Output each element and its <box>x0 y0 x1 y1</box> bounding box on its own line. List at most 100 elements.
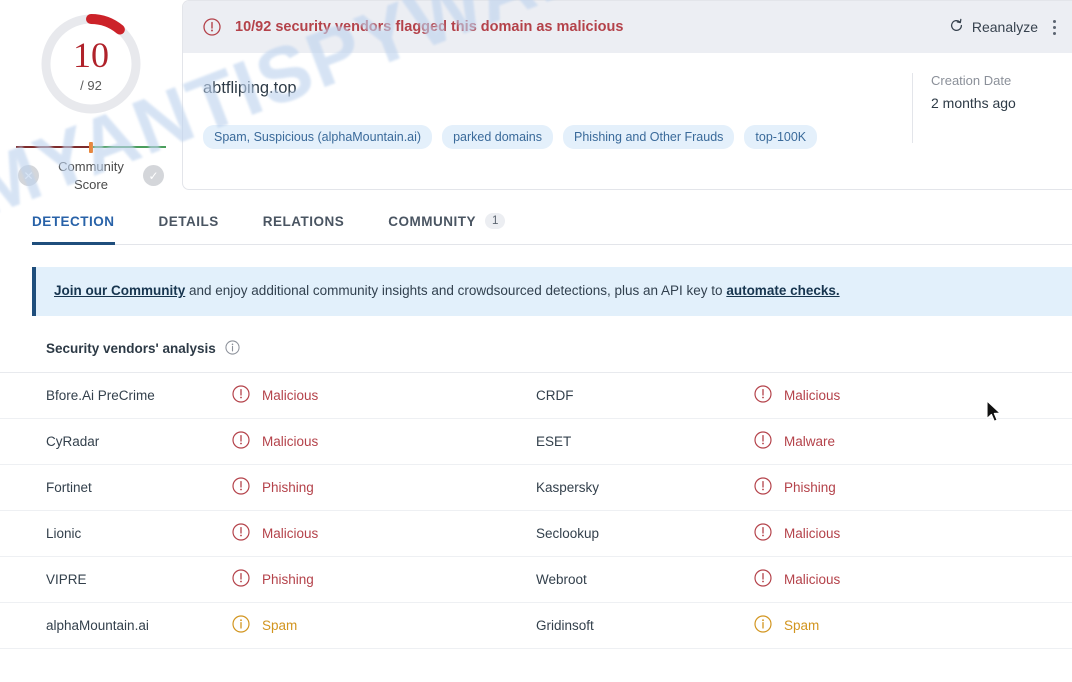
alert-circle-icon <box>203 18 221 36</box>
alert-circle-icon <box>754 523 772 544</box>
score-bar-marker <box>89 142 93 153</box>
community-score-label-line2: Score <box>74 176 108 192</box>
vendor-result-label: Phishing <box>262 572 314 588</box>
info-circle-icon[interactable] <box>225 340 240 358</box>
vendors-section-header: Security vendors' analysis <box>0 340 1072 373</box>
tab-details[interactable]: DETAILS <box>159 214 219 245</box>
creation-date-block: Creation Date 2 months ago <box>912 73 1072 143</box>
vendor-result: Spam <box>754 615 1072 636</box>
community-score-panel: ✕ Community Score ✓ <box>16 142 166 193</box>
vendor-result-cell: Phishing <box>232 557 536 603</box>
alert-circle-icon <box>232 523 250 544</box>
info-circle-icon <box>232 615 250 636</box>
vendor-name: alphaMountain.ai <box>46 618 149 634</box>
tab-details-label: DETAILS <box>158 214 219 229</box>
vendor-result-label: Malicious <box>784 526 841 542</box>
reanalyze-button[interactable]: Reanalyze <box>949 18 1042 36</box>
vendor-name: CRDF <box>536 388 574 404</box>
vendor-result-label: Spam <box>784 618 820 634</box>
table-row[interactable]: Fortinet Phishing Kaspersky Phishing <box>0 465 1072 511</box>
vote-down-icon[interactable]: ✕ <box>18 165 39 187</box>
table-row[interactable]: Lionic Malicious Seclookup Malicious <box>0 511 1072 557</box>
tab-detection[interactable]: DETECTION <box>32 214 115 245</box>
vendors-section: Security vendors' analysis Bfore.Ai PreC… <box>0 340 1072 650</box>
vendor-result: Malicious <box>232 431 536 452</box>
vendor-result: Malicious <box>754 385 1072 406</box>
vote-up-icon[interactable]: ✓ <box>143 165 164 187</box>
detection-gauge: 10 / 92 <box>35 8 147 120</box>
alert-circle-icon <box>232 431 250 452</box>
score-bar-positive <box>91 146 166 148</box>
vendor-result: Malware <box>754 431 1072 452</box>
vendor-result-cell: Malicious <box>232 511 536 557</box>
alert-circle-icon <box>754 569 772 590</box>
report-card: 10/92 security vendors flagged this doma… <box>182 0 1072 190</box>
vendor-result: Malicious <box>232 523 536 544</box>
vendor-result-cell: Malicious <box>232 373 536 419</box>
report-card-body: abtfliping.top Spam, Suspicious (alphaMo… <box>183 53 1072 189</box>
table-row[interactable]: VIPRE Phishing Webroot Malicious <box>0 557 1072 603</box>
vendor-name: Webroot <box>536 572 587 588</box>
alert-circle-icon <box>754 477 772 498</box>
vendor-result-label: Malicious <box>784 572 841 588</box>
tag-item[interactable]: parked domains <box>442 125 554 149</box>
vendor-name: Gridinsoft <box>536 618 594 634</box>
report-header: 10 / 92 ✕ Community Score ✓ 10/92 securi… <box>0 0 1072 193</box>
vendor-result: Phishing <box>232 569 536 590</box>
community-score-controls: ✕ Community Score ✓ <box>16 158 166 193</box>
verdict-bar: 10/92 security vendors flagged this doma… <box>183 1 1072 53</box>
community-score-label: Community Score <box>45 158 137 193</box>
vendor-result-label: Phishing <box>262 480 314 496</box>
vendor-result-label: Malicious <box>262 388 319 404</box>
gauge-center-label: 10 / 92 <box>35 8 147 120</box>
virustotal-domain-report: MYANTISPYWARE.COM 10 / 92 <box>0 0 1072 682</box>
kebab-menu-icon[interactable] <box>1042 19 1060 35</box>
vendor-result-label: Malicious <box>262 526 319 542</box>
refresh-icon <box>949 18 964 36</box>
vendors-table: Bfore.Ai PreCrime Malicious CRDF Malicio… <box>0 373 1072 650</box>
vendor-result: Malicious <box>754 523 1072 544</box>
vendor-result: Phishing <box>232 477 536 498</box>
vendor-result-cell: Phishing <box>232 465 536 511</box>
join-community-link[interactable]: Join our Community <box>54 283 185 298</box>
subject-block: abtfliping.top Spam, Suspicious (alphaMo… <box>183 73 912 189</box>
vendor-name: Fortinet <box>46 480 92 496</box>
vendor-result-label: Malicious <box>784 388 841 404</box>
vendors-section-title: Security vendors' analysis <box>46 341 216 357</box>
tab-relations[interactable]: RELATIONS <box>263 214 345 245</box>
vendor-result-cell: Spam <box>232 603 536 649</box>
vendor-name: Kaspersky <box>536 480 600 496</box>
tab-relations-label: RELATIONS <box>262 214 345 229</box>
vendor-name: CyRadar <box>46 434 100 450</box>
tag-item[interactable]: Spam, Suspicious (alphaMountain.ai) <box>203 125 433 149</box>
vendor-result: Phishing <box>754 477 1072 498</box>
table-row[interactable]: CyRadar Malicious ESET Malware <box>0 419 1072 465</box>
alert-circle-icon <box>232 477 250 498</box>
tag-item[interactable]: top-100K <box>744 125 818 149</box>
vendor-name: VIPRE <box>46 572 87 588</box>
vendor-result-label: Spam <box>262 618 298 634</box>
tab-bar: DETECTION DETAILS RELATIONS COMMUNITY 1 <box>32 212 1072 245</box>
vendor-result-label: Phishing <box>784 480 836 496</box>
community-banner-text: and enjoy additional community insights … <box>185 283 727 298</box>
table-row[interactable]: alphaMountain.ai Spam Gridinsoft Spam <box>0 603 1072 649</box>
domain-name: abtfliping.top <box>203 79 297 97</box>
engine-total: / 92 <box>80 78 102 93</box>
tab-community-badge: 1 <box>485 213 506 229</box>
alert-circle-icon <box>232 569 250 590</box>
tab-community-label: COMMUNITY <box>388 213 477 229</box>
automate-checks-link[interactable]: automate checks. <box>726 283 839 298</box>
community-banner-container: Join our Community and enjoy additional … <box>0 245 1072 316</box>
vendor-name: Seclookup <box>536 526 600 542</box>
table-row[interactable]: Bfore.Ai PreCrime Malicious CRDF Malicio… <box>0 373 1072 419</box>
vendor-result: Malicious <box>232 385 536 406</box>
vendor-result-cell: Spam <box>754 603 1072 649</box>
community-banner: Join our Community and enjoy additional … <box>32 267 1072 316</box>
verdict-text: 10/92 security vendors flagged this doma… <box>235 19 624 35</box>
vendor-name: Lionic <box>46 526 82 542</box>
tab-community[interactable]: COMMUNITY 1 <box>388 213 506 245</box>
info-circle-icon <box>754 615 772 636</box>
vendor-result-label: Malware <box>784 434 836 450</box>
vendor-result-cell: Malware <box>754 419 1072 465</box>
tag-item[interactable]: Phishing and Other Frauds <box>563 125 735 149</box>
